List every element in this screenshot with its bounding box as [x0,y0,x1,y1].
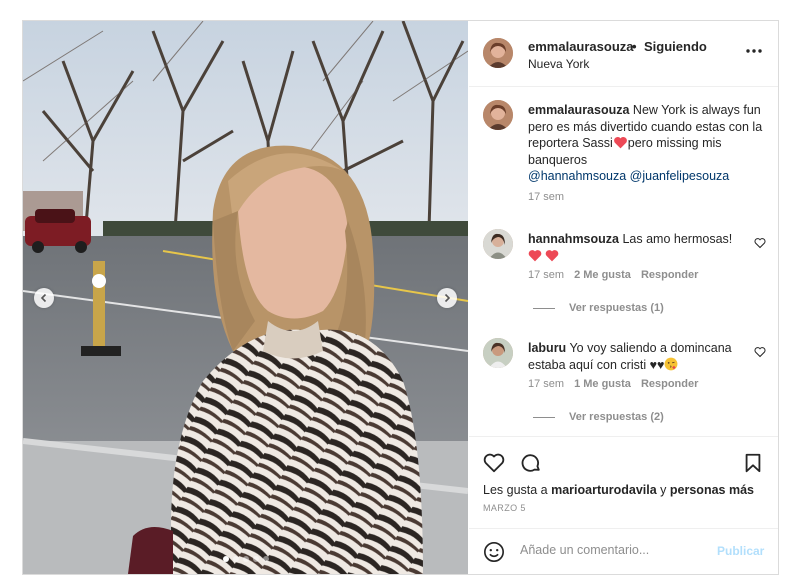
reply-button[interactable]: Responder [641,269,698,281]
caption-text: emmalaurasouza New York is always fun pe… [528,102,764,185]
avatar[interactable] [483,100,513,130]
post-details: emmalaurasouza • Siguiendo Nueva York em… [469,21,778,574]
carousel-dot [232,556,239,562]
add-comment-bar: Añade un comentario... Publicar [469,528,778,574]
comment-text: laburu Yo voy saliendo a domincana estab… [528,340,764,373]
username-link[interactable]: emmalaurasouza [528,39,634,54]
comment-username[interactable]: laburu [528,341,566,355]
comment-item: hannahmsouza Las amo hermosas! 17 sem 2 M… [483,229,768,329]
likes-user-link[interactable]: marioarturodavila [551,483,657,497]
reply-button[interactable]: Responder [641,378,698,390]
red-heart-icon [613,137,627,149]
comment-username[interactable]: hannahmsouza [528,232,619,246]
carousel-dot [242,556,249,562]
next-slide-button[interactable] [437,288,457,308]
comment-time: 17 sem [528,378,565,390]
chevron-right-icon [444,293,451,303]
following-button[interactable]: Siguiendo [644,39,707,54]
publish-button[interactable]: Publicar [717,544,764,558]
comment-time: 17 sem [528,269,565,281]
view-replies-button[interactable]: Ver respuestas (2) [533,411,664,423]
chevron-left-icon [40,293,47,303]
post-photo[interactable] [23,21,468,574]
comment-bubble-icon[interactable] [520,452,542,474]
bookmark-icon[interactable] [742,452,764,474]
divider [533,416,555,418]
caption-time: 17 sem [528,191,565,203]
comment-body: Las amo hermosas! [619,232,733,246]
comment-meta: 17 sem 2 Me gusta Responder [528,269,698,281]
comments-list[interactable]: emmalaurasouza New York is always fun pe… [469,88,778,436]
view-replies-label: Ver respuestas (2) [569,411,664,423]
location-link[interactable]: Nueva York [528,57,589,71]
avatar[interactable] [483,229,513,259]
view-replies-label: Ver respuestas (1) [569,302,664,314]
avatar[interactable] [483,38,513,68]
likes-others-link[interactable]: personas más [670,483,754,497]
previous-slide-button[interactable] [34,288,54,308]
comment-likes[interactable]: 1 Me gusta [574,378,631,390]
red-heart-icon [528,249,542,261]
post-actions: Les gusta a marioarturodavila y personas… [469,436,778,526]
winking-kiss-emoji-icon [665,357,678,370]
mention-link[interactable]: @hannahmsouza [528,169,626,183]
comment-meta: 17 sem 1 Me gusta Responder [528,378,698,390]
red-heart-icon [546,249,559,261]
carousel-dot [252,556,259,562]
avatar[interactable] [483,338,513,368]
post-header: emmalaurasouza • Siguiendo Nueva York [469,21,778,87]
comment-item: laburu Yo voy saliendo a domincana estab… [483,338,768,436]
more-horizontal-icon[interactable] [744,43,764,59]
carousel-indicators [23,556,468,562]
caption-username[interactable]: emmalaurasouza [528,103,629,117]
emoji-icon[interactable] [483,541,505,563]
separator: • [632,39,637,54]
post-date[interactable]: MARZO 5 [483,503,526,513]
like-heart-icon[interactable] [483,452,505,474]
likes-suffix: y [656,483,670,497]
comment-text: hannahmsouza Las amo hermosas! [528,231,764,264]
comment-likes[interactable]: 2 Me gusta [574,269,631,281]
likes-summary: Les gusta a marioarturodavila y personas… [483,483,754,497]
divider [533,307,555,309]
street-photo [23,21,468,574]
like-comment-icon[interactable] [754,237,766,249]
mention-link[interactable]: @juanfelipesouza [630,169,730,183]
view-replies-button[interactable]: Ver respuestas (1) [533,302,664,314]
caption: emmalaurasouza New York is always fun pe… [483,100,768,210]
carousel-dot [262,556,269,562]
comment-input[interactable]: Añade un comentario... [520,543,649,557]
like-comment-icon[interactable] [754,346,766,358]
post-card: emmalaurasouza • Siguiendo Nueva York em… [22,20,779,575]
likes-prefix: Les gusta a [483,483,552,497]
carousel-dot [222,556,229,562]
